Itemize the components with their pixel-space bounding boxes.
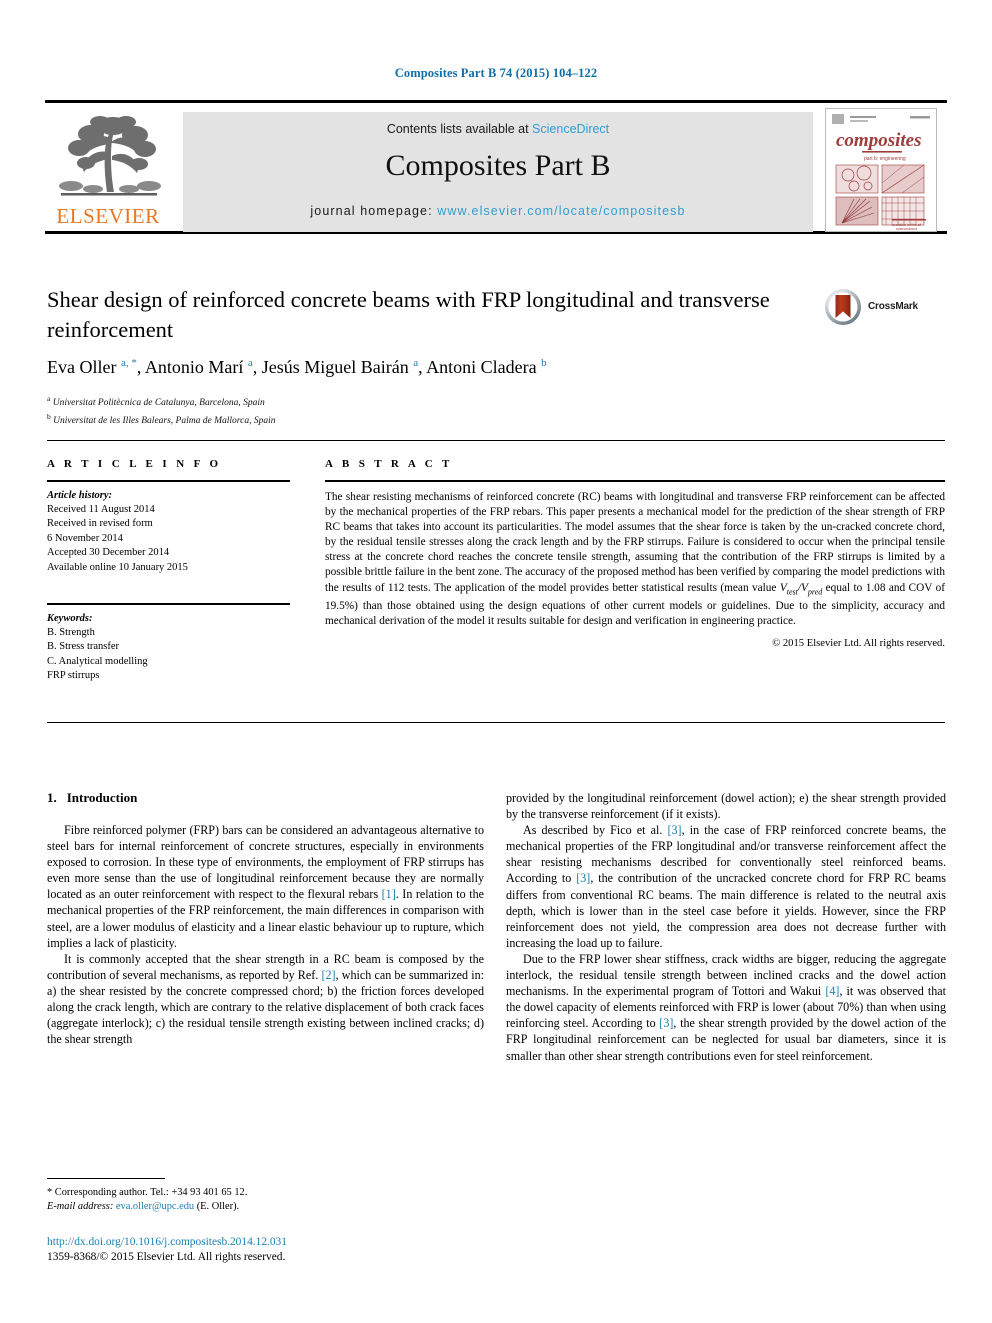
info-bottom-rule — [47, 722, 945, 723]
homepage-prefix: journal homepage: — [310, 204, 438, 218]
section-number: 1. — [47, 790, 57, 805]
section-title: Introduction — [66, 790, 138, 805]
keywords-rule — [47, 603, 290, 606]
journal-cover-thumbnail: composites part b: engineering available… — [825, 108, 937, 232]
article-history-item: Accepted 30 December 2014 — [47, 547, 170, 559]
article-history-label: Article history: — [47, 490, 113, 501]
abstract-copyright: © 2015 Elsevier Ltd. All rights reserved… — [772, 638, 945, 650]
citation-link[interactable]: [3] — [659, 1016, 673, 1030]
crossmark-icon — [824, 288, 862, 326]
citation-link[interactable]: [1] — [382, 887, 396, 901]
article-page: Composites Part B 74 (2015) 104–122 ELSE… — [0, 0, 992, 1323]
crossmark-badge[interactable]: CrossMark — [824, 288, 944, 328]
title-block: Shear design of reinforced concrete beam… — [47, 285, 817, 345]
ratio-numerator-subscript: test — [786, 586, 798, 596]
article-info-heading: A R T I C L E I N F O — [47, 458, 222, 470]
email-label: E-mail address: — [47, 1200, 114, 1212]
keywords-block: Keywords: B. Strength B. Stress transfer C… — [47, 603, 290, 684]
citation-link[interactable]: [3] — [576, 871, 590, 885]
crossmark-label: CrossMark — [868, 301, 918, 312]
email-owner: (E. Oller). — [194, 1200, 240, 1212]
article-history-item: Received 11 August 2014 — [47, 504, 155, 515]
journal-banner: ELSEVIER Contents lists available at Sci… — [45, 100, 947, 234]
author-separator: , — [136, 357, 145, 377]
section-heading: 1. Introduction — [47, 790, 484, 806]
author-name: Jesús Miguel Bairán — [261, 357, 414, 377]
footnote-block: * Corresponding author. Tel.: +34 93 401… — [47, 1178, 484, 1213]
issn-copyright: 1359-8368/© 2015 Elsevier Ltd. All right… — [47, 1251, 286, 1263]
affiliation-text: Universitat Politècnica de Catalunya, Ba… — [50, 398, 265, 409]
author-name: Antoni Cladera — [426, 357, 542, 377]
body-paragraph: It is commonly accepted that the shear s… — [47, 951, 484, 1048]
svg-text:sciencedirect: sciencedirect — [896, 227, 917, 231]
email-note: E-mail address: eva.oller@upc.edu (E. Ol… — [47, 1200, 484, 1214]
footer-block: http://dx.doi.org/10.1016/j.compositesb.… — [47, 1235, 484, 1265]
article-history-item: 6 November 2014 — [47, 532, 123, 544]
homepage-url-link[interactable]: www.elsevier.com/locate/compositesb — [437, 204, 685, 218]
body-paragraph: Due to the FRP lower shear stiffness, cr… — [506, 951, 946, 1064]
keywords-list: B. Strength B. Stress transfer C. Analytic… — [47, 626, 290, 684]
svg-text:part b: engineering: part b: engineering — [864, 156, 906, 162]
keyword-item: B. Strength — [47, 627, 95, 639]
body-paragraph: Fibre reinforced polymer (FRP) bars can … — [47, 822, 484, 951]
citation-link[interactable]: [3] — [667, 823, 681, 837]
ratio-numerator: V — [779, 581, 787, 594]
elsevier-tree-icon — [53, 112, 165, 200]
body-paragraph: provided by the longitudinal reinforceme… — [506, 790, 946, 822]
keyword-item: B. Stress transfer — [47, 641, 120, 653]
keyword-item: FRP stirrups — [47, 670, 100, 682]
abstract-part-1: The shear resisting mechanisms of reinfo… — [325, 491, 945, 594]
footnote-rule — [47, 1178, 165, 1179]
info-top-rule — [47, 440, 945, 441]
ratio-denominator-subscript: pred — [807, 586, 823, 596]
author-separator: , — [418, 357, 427, 377]
author-separator: , — [252, 357, 262, 377]
page-title: Shear design of reinforced concrete beam… — [47, 287, 770, 342]
keywords-label: Keywords: — [47, 613, 93, 625]
vtest-vpred-ratio: Vtest/Vpred — [779, 581, 823, 596]
author-list: Eva Oller a, *, Antonio Marí a, Jesús Mi… — [47, 357, 927, 378]
body-column-right: provided by the longitudinal reinforceme… — [506, 790, 946, 1064]
contents-prefix: Contents lists available at — [386, 122, 533, 136]
affiliation-item: b Universitat de les Illes Balears, Palm… — [47, 410, 647, 428]
author-name: Antonio Marí — [144, 357, 248, 377]
left-paragraphs: Fibre reinforced polymer (FRP) bars can … — [47, 822, 484, 1047]
email-link[interactable]: eva.oller@upc.edu — [116, 1201, 194, 1212]
author-affiliation-mark: a, * — [120, 357, 137, 369]
corresponding-author-note: * Corresponding author. Tel.: +34 93 401… — [47, 1187, 248, 1198]
author-name: Eva Oller — [47, 357, 121, 377]
elsevier-wordmark: ELSEVIER — [56, 204, 160, 228]
svg-text:composites: composites — [836, 130, 922, 151]
article-history-item: Received in revised form — [47, 518, 153, 530]
citation-link[interactable]: [4] — [825, 984, 839, 998]
body-paragraph: As described by Fico et al. [3], in the … — [506, 822, 946, 951]
sciencedirect-link[interactable]: ScienceDirect — [532, 122, 609, 136]
running-head: Composites Part B 74 (2015) 104–122 — [394, 66, 598, 80]
affiliation-item: a Universitat Politècnica de Catalunya, … — [47, 392, 647, 410]
article-info-rule — [47, 480, 290, 482]
keyword-item: C. Analytical modelling — [47, 655, 148, 667]
banner-center-panel: Contents lists available at ScienceDirec… — [183, 112, 813, 232]
abstract-rule — [325, 480, 945, 482]
abstract-column: A B S T R A C T The shear resisting mech… — [325, 458, 945, 649]
author-affiliation-mark: b — [541, 357, 547, 369]
ratio-denominator: V — [801, 581, 808, 594]
citation-link[interactable]: [2] — [321, 968, 335, 982]
body-column-left: 1. Introduction Fibre reinforced polymer … — [47, 790, 484, 1047]
doi-link[interactable]: http://dx.doi.org/10.1016/j.compositesb.… — [47, 1235, 484, 1250]
article-history-list: Received 11 August 2014 Received in revis… — [47, 503, 290, 575]
contents-available-line: Contents lists available at ScienceDirec… — [183, 122, 813, 136]
affiliation-list: a Universitat Politècnica de Catalunya, … — [47, 392, 647, 428]
article-info-column: A R T I C L E I N F O Article history: R… — [47, 458, 290, 684]
body-text: provided by the longitudinal reinforceme… — [506, 791, 946, 822]
journal-title: Composites Part B — [385, 149, 611, 182]
affiliation-text: Universitat de les Illes Balears, Palma … — [50, 416, 276, 427]
abstract-text: The shear resisting mechanisms of reinfo… — [325, 490, 945, 629]
article-history-item: Available online 10 January 2015 — [47, 561, 188, 573]
abstract-heading: A B S T R A C T — [325, 458, 453, 470]
right-paragraphs: provided by the longitudinal reinforceme… — [506, 790, 946, 1064]
body-text: As described by Fico et al. — [523, 823, 668, 838]
elsevier-logo: ELSEVIER — [47, 112, 169, 232]
journal-homepage-line: journal homepage: www.elsevier.com/locat… — [183, 204, 813, 218]
